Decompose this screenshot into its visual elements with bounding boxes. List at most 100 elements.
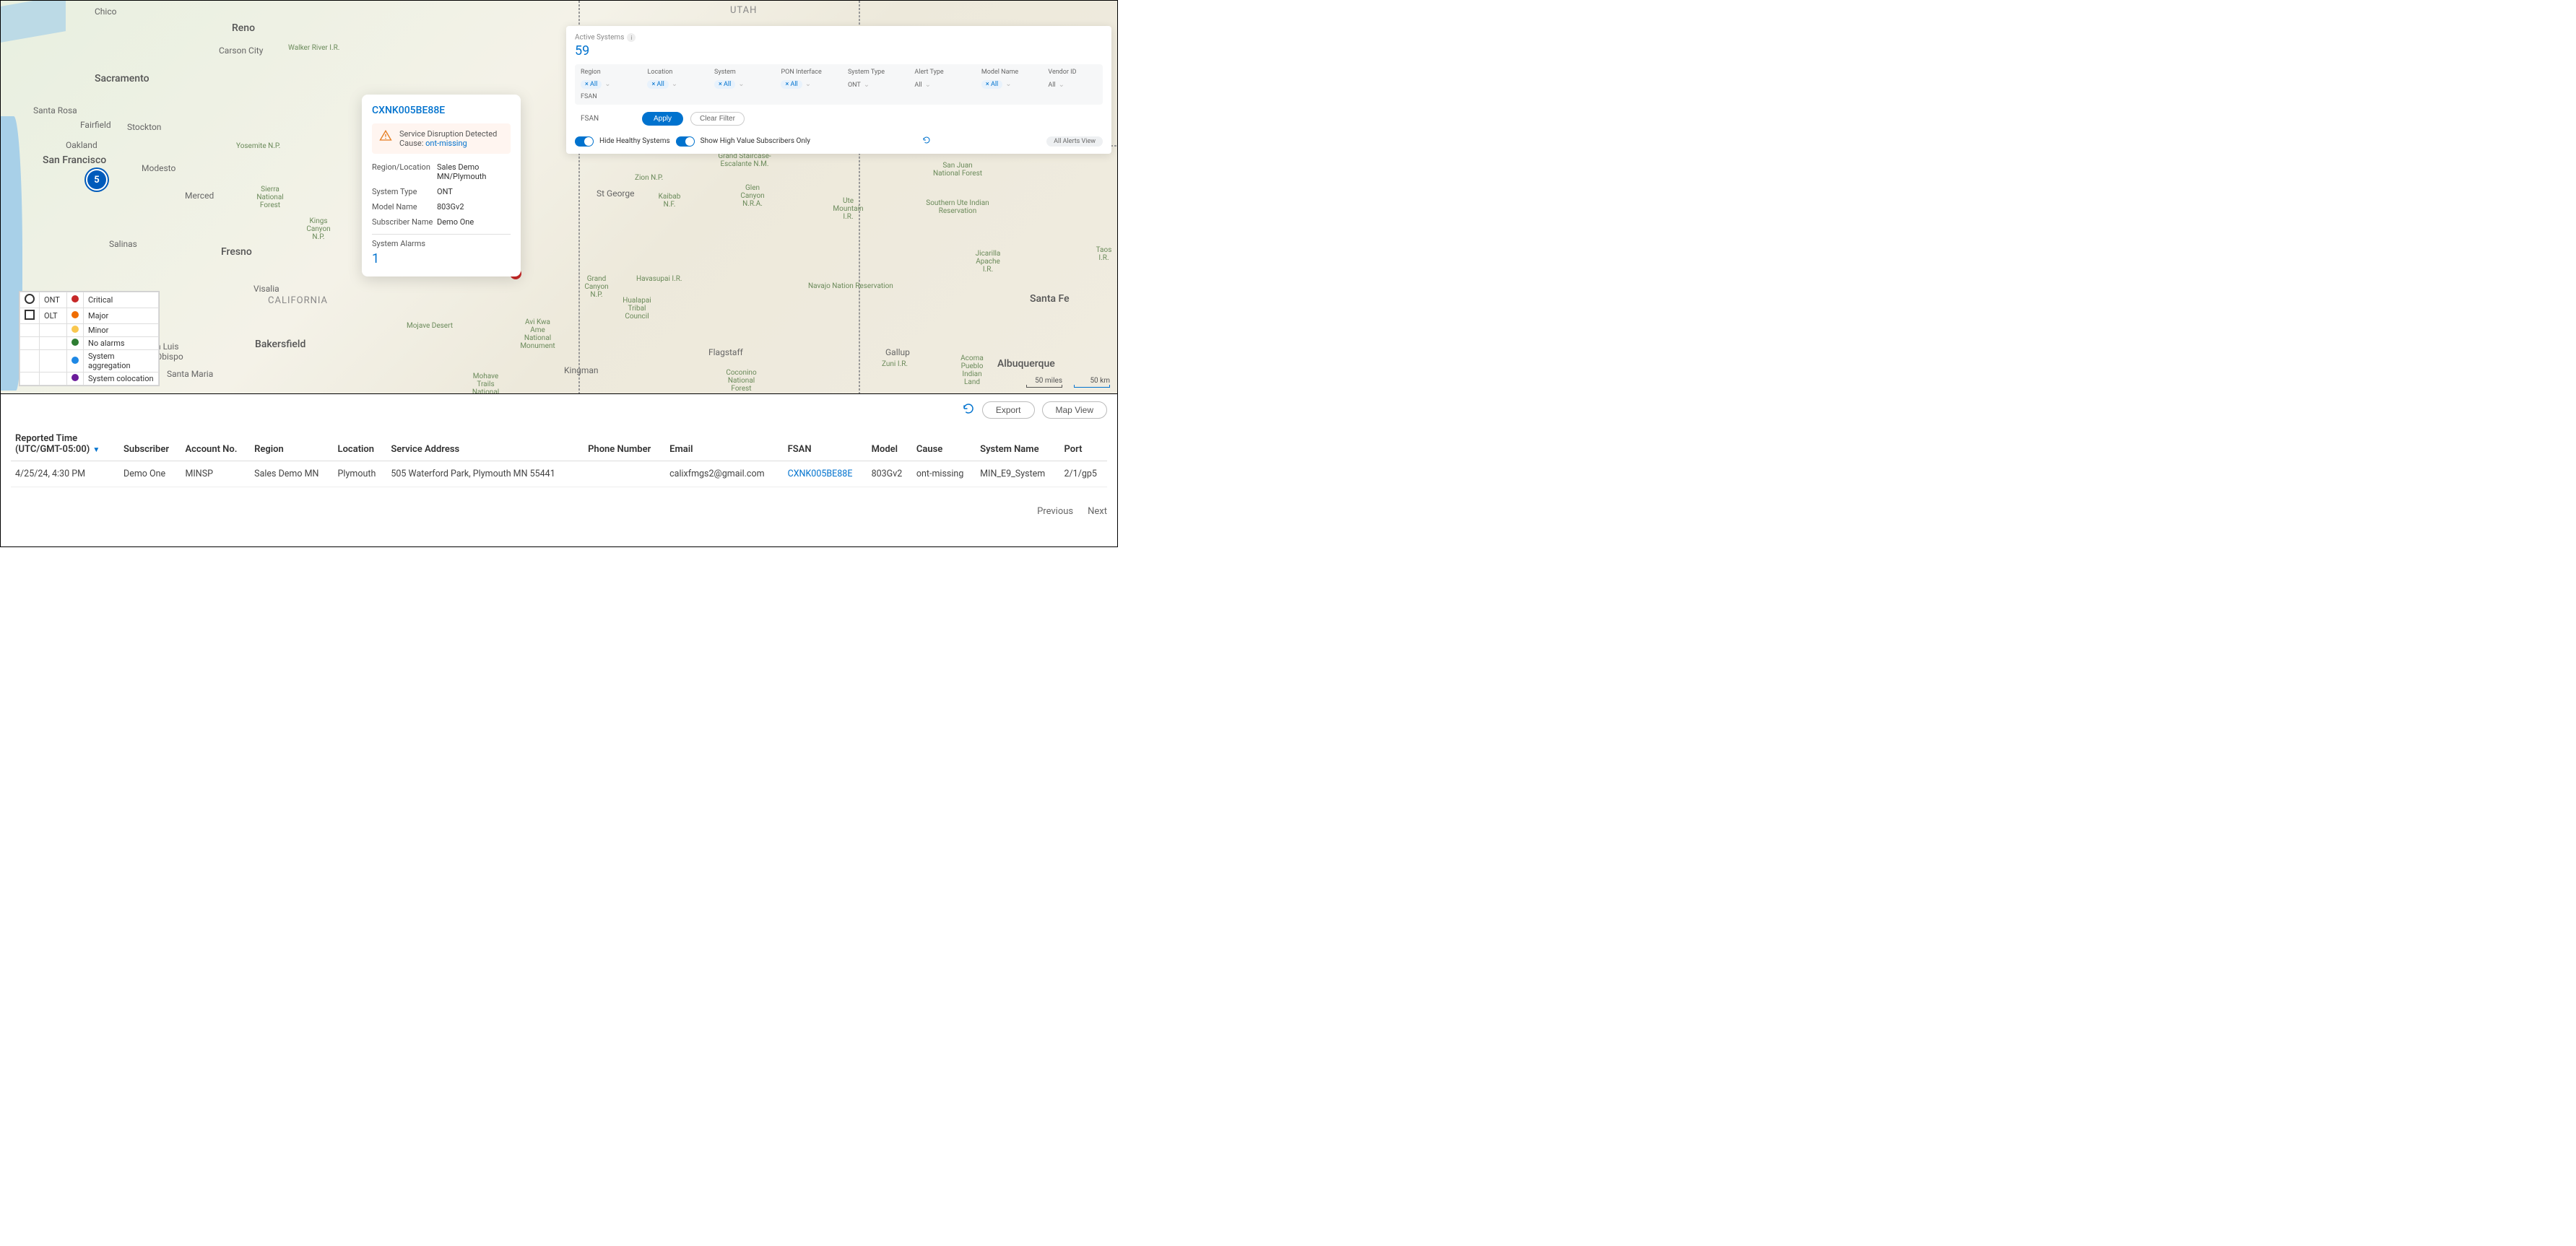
alarms-count: 1: [372, 251, 511, 266]
city-gallup: Gallup: [885, 347, 910, 357]
state-utah: UTAH: [730, 5, 757, 16]
city-albuquerque: Albuquerque: [997, 358, 1055, 370]
high-value-toggle[interactable]: [676, 136, 695, 147]
filter-location[interactable]: × All⌄: [647, 80, 708, 89]
park-avi-kwa: Avi Kwa Ame National Monument: [518, 318, 558, 350]
city-modesto: Modesto: [142, 163, 175, 173]
fsan-value[interactable]: FSAN: [581, 115, 635, 123]
all-alerts-button[interactable]: All Alerts View: [1046, 136, 1103, 147]
filter-region[interactable]: × All⌄: [581, 80, 641, 89]
ont-shape-icon: [25, 294, 35, 304]
filter-header-pon: PON Interface: [781, 69, 841, 76]
filter-vendor[interactable]: All⌄: [1048, 81, 1097, 89]
park-mojave: Mojave Desert: [407, 322, 453, 330]
col-reported[interactable]: Reported Time (UTC/GMT-05:00)▼: [11, 427, 119, 461]
legend-aggregation: System aggregation: [84, 350, 159, 373]
noalarm-dot-icon: [71, 339, 79, 346]
system-popup: CXNK005BE88E Service Disruption Detected…: [362, 95, 521, 276]
previous-button[interactable]: Previous: [1037, 506, 1073, 517]
col-email[interactable]: Email: [665, 427, 783, 461]
filter-header-fsan: FSAN: [581, 93, 1097, 100]
table-row[interactable]: 4/25/24, 4:30 PM Demo One MINSP Sales De…: [11, 461, 1107, 487]
alerts-table: Reported Time (UTC/GMT-05:00)▼ Subscribe…: [11, 427, 1107, 487]
col-location[interactable]: Location: [334, 427, 387, 461]
popup-title[interactable]: CXNK005BE88E: [372, 105, 511, 116]
active-systems-count: 59: [575, 43, 1103, 58]
city-fresno: Fresno: [221, 246, 252, 258]
cell-address: 505 Waterford Park, Plymouth MN 55441: [386, 461, 584, 487]
col-system-name[interactable]: System Name: [976, 427, 1059, 461]
cell-model: 803Gv2: [867, 461, 912, 487]
filter-header-alert-type: Alert Type: [914, 69, 976, 76]
map-area[interactable]: Chico Reno Carson City Sacramento Santa …: [1, 1, 1117, 394]
park-san-juan: San Juan National Forest: [932, 162, 983, 178]
city-chico: Chico: [95, 6, 116, 17]
filter-system-type[interactable]: ONT⌄: [848, 81, 908, 89]
alarms-label: System Alarms: [372, 239, 511, 248]
filter-model[interactable]: × All⌄: [981, 80, 1042, 89]
col-fsan[interactable]: FSAN: [784, 427, 867, 461]
hide-healthy-toggle[interactable]: [575, 136, 594, 147]
filter-header-model: Model Name: [981, 69, 1042, 76]
refresh-small-icon[interactable]: [922, 136, 931, 147]
col-port[interactable]: Port: [1059, 427, 1107, 461]
clear-filter-button[interactable]: Clear Filter: [690, 112, 745, 126]
filter-system[interactable]: × All⌄: [714, 80, 775, 89]
cell-email: calixfmgs2@gmail.com: [665, 461, 783, 487]
info-icon[interactable]: i: [627, 33, 636, 42]
col-account[interactable]: Account No.: [181, 427, 250, 461]
aggregation-dot-icon: [71, 357, 79, 364]
olt-shape-icon: [25, 310, 35, 320]
critical-dot-icon: [71, 295, 79, 302]
legend-critical: Critical: [84, 292, 159, 308]
model-label: Model Name: [372, 202, 437, 212]
col-address[interactable]: Service Address: [386, 427, 584, 461]
col-region[interactable]: Region: [250, 427, 333, 461]
col-subscriber[interactable]: Subscriber: [119, 427, 181, 461]
filter-header-vendor: Vendor ID: [1048, 69, 1097, 76]
filter-alert-type[interactable]: All⌄: [914, 81, 976, 89]
alert-title: Service Disruption Detected: [399, 129, 503, 139]
park-grand-canyon: Grand Canyon N.P.: [578, 275, 615, 299]
minor-dot-icon: [71, 326, 79, 333]
alert-box: Service Disruption Detected Cause: ont-m…: [372, 123, 511, 154]
city-stockton: Stockton: [127, 122, 161, 132]
city-santa-fe: Santa Fe: [1030, 293, 1070, 305]
export-button[interactable]: Export: [982, 401, 1035, 419]
park-southern-ute: Southern Ute Indian Reservation: [925, 199, 990, 215]
cell-region: Sales Demo MN: [250, 461, 333, 487]
refresh-icon[interactable]: [962, 402, 975, 418]
warning-icon: [379, 129, 392, 148]
apply-button[interactable]: Apply: [642, 112, 683, 126]
next-button[interactable]: Next: [1088, 506, 1107, 517]
cell-reported: 4/25/24, 4:30 PM: [11, 461, 119, 487]
park-jicarilla: Jicarilla Apache I.R.: [970, 250, 1006, 274]
park-acoma: Acoma Pueblo Indian Land: [954, 354, 990, 386]
model-value: 803Gv2: [437, 202, 511, 212]
col-cause[interactable]: Cause: [912, 427, 976, 461]
filter-pon[interactable]: × All⌄: [781, 80, 841, 89]
col-phone[interactable]: Phone Number: [584, 427, 665, 461]
map-view-button[interactable]: Map View: [1042, 401, 1107, 419]
map-legend: ONTCritical OLTMajor Minor No alarms Sys…: [19, 291, 160, 386]
cell-system-name: MIN_E9_System: [976, 461, 1059, 487]
type-label: System Type: [372, 187, 437, 196]
city-carson-city: Carson City: [219, 45, 263, 56]
cause-link[interactable]: ont-missing: [425, 139, 467, 148]
cell-cause: ont-missing: [912, 461, 976, 487]
filter-header-region: Region: [581, 69, 641, 76]
col-model[interactable]: Model: [867, 427, 912, 461]
park-yosemite: Yosemite N.P.: [236, 142, 280, 150]
legend-olt: OLT: [40, 308, 67, 324]
park-glen: Glen Canyon N.R.A.: [734, 184, 771, 208]
city-flagstaff: Flagstaff: [708, 347, 743, 357]
cause-label: Cause:: [399, 139, 423, 148]
cell-subscriber: Demo One: [119, 461, 181, 487]
subscriber-label: Subscriber Name: [372, 217, 437, 227]
cell-fsan[interactable]: CXNK005BE88E: [784, 461, 867, 487]
park-sierra: Sierra National Forest: [252, 186, 288, 209]
city-santa-rosa: Santa Rosa: [33, 105, 77, 116]
cluster-marker[interactable]: 5: [87, 170, 106, 189]
subscriber-value: Demo One: [437, 217, 511, 227]
filter-header-system: System: [714, 69, 775, 76]
